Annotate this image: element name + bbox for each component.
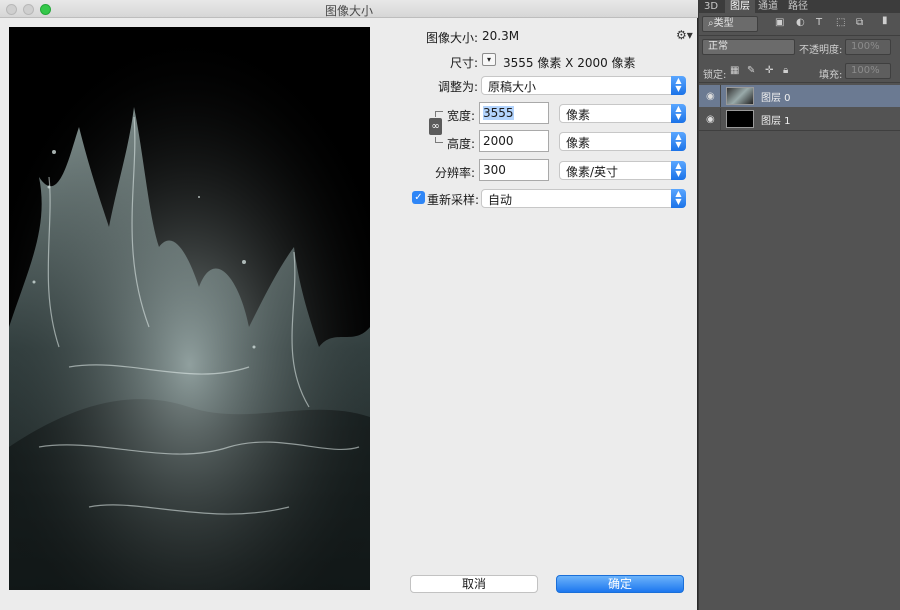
constraint-bracket-top: [435, 111, 443, 117]
layer-row-0[interactable]: ◉ 图层 0: [699, 85, 900, 107]
column-divider: [720, 85, 721, 107]
fill-input[interactable]: 100%: [845, 63, 891, 79]
gear-icon[interactable]: ⚙▾: [676, 28, 693, 42]
resolution-unit: 像素/英寸: [566, 165, 619, 179]
lock-image-icon[interactable]: ✎: [747, 65, 755, 76]
image-size-dialog: 图像大小 图像大小: 20.3M ⚙▾ 尺寸: ▾ 3555 像素 X 2000…: [0, 0, 698, 610]
fit-to-label: 调整为:: [437, 80, 478, 94]
lock-label: 锁定:: [703, 70, 727, 81]
layer-thumbnail: [726, 110, 754, 128]
height-unit-select[interactable]: 像素 ▲ ▼: [559, 132, 686, 151]
panel-divider: [699, 130, 900, 131]
panel-divider: [699, 35, 900, 36]
cancel-button[interactable]: 取消: [410, 575, 538, 593]
resolution-unit-select[interactable]: 像素/英寸 ▲ ▼: [559, 161, 686, 180]
filter-toggle-icon[interactable]: ▮: [882, 15, 888, 26]
chevron-down-icon[interactable]: ▾: [482, 53, 496, 66]
water-splash-image: [9, 27, 370, 590]
link-icon[interactable]: ∞: [429, 118, 442, 135]
eye-icon[interactable]: ◉: [706, 114, 715, 125]
text-filter-icon[interactable]: T: [816, 17, 822, 28]
chevron-updown-icon: ▲ ▼: [671, 76, 686, 95]
resample-value: 自动: [488, 193, 513, 207]
fill-value: 100%: [851, 65, 880, 76]
filter-type-select[interactable]: ⌕类型: [702, 16, 758, 32]
eye-icon[interactable]: ◉: [706, 91, 715, 102]
fill-label: 填充:: [819, 70, 843, 81]
width-unit: 像素: [566, 108, 591, 122]
tab-3d[interactable]: 3D: [699, 0, 723, 13]
lock-all-icon[interactable]: 🔒︎: [783, 65, 788, 76]
blend-mode-select[interactable]: 正常: [702, 39, 795, 55]
image-filter-icon[interactable]: ▣: [775, 17, 784, 28]
image-preview[interactable]: [9, 27, 370, 590]
constraint-bracket-bottom: [435, 137, 443, 143]
layer-name: 图层 0: [761, 93, 791, 104]
filter-type-label: 类型: [713, 18, 734, 29]
fit-to-select[interactable]: 原稿大小 ▲ ▼: [481, 76, 686, 95]
image-size-value: 20.3M: [482, 29, 520, 43]
width-value: 3555: [483, 106, 514, 120]
adjustment-filter-icon[interactable]: ◐: [796, 17, 805, 28]
height-value: 2000: [483, 134, 514, 148]
opacity-value: 100%: [851, 41, 880, 52]
lock-position-icon[interactable]: ✛: [765, 65, 773, 76]
title-bar: 图像大小: [0, 0, 698, 18]
ok-button[interactable]: 确定: [556, 575, 684, 593]
tab-paths[interactable]: 路径: [783, 0, 813, 13]
opacity-input[interactable]: 100%: [845, 39, 891, 55]
image-size-label: 图像大小:: [425, 31, 478, 45]
column-divider: [720, 108, 721, 130]
layer-row-1[interactable]: ◉ 图层 1: [699, 108, 900, 130]
height-unit: 像素: [566, 136, 591, 150]
layers-panel: 3D 图层 通道 路径 ⌕类型 ▣ ◐ T ⬚ ⧉ ▮ 正常 不透明度: 100…: [699, 0, 900, 610]
height-label: 高度:: [446, 137, 475, 151]
resolution-input[interactable]: 300: [479, 159, 549, 181]
window-title: 图像大小: [324, 4, 373, 18]
resolution-value: 300: [483, 163, 506, 177]
layer-name: 图层 1: [761, 116, 791, 127]
dimensions-label: 尺寸:: [449, 56, 478, 70]
chevron-updown-icon: ▲ ▼: [671, 189, 686, 208]
lock-transparent-icon[interactable]: ▦: [730, 65, 739, 76]
blend-mode-value: 正常: [708, 41, 728, 52]
width-label: 宽度:: [446, 109, 475, 123]
resample-select[interactable]: 自动 ▲ ▼: [481, 189, 686, 208]
width-unit-select[interactable]: 像素 ▲ ▼: [559, 104, 686, 123]
chevron-updown-icon: ▲ ▼: [671, 104, 686, 123]
panel-divider: [699, 82, 900, 83]
chevron-updown-icon: ▲ ▼: [671, 161, 686, 180]
resample-checkbox[interactable]: ✓: [412, 191, 425, 204]
width-input[interactable]: 3555: [479, 102, 549, 124]
resample-label: 重新采样:: [427, 193, 480, 207]
smart-object-filter-icon[interactable]: ⧉: [856, 17, 863, 28]
chevron-updown-icon: ▲ ▼: [671, 132, 686, 151]
tab-channels[interactable]: 通道: [753, 0, 783, 13]
opacity-label: 不透明度:: [799, 45, 843, 56]
height-input[interactable]: 2000: [479, 130, 549, 152]
fit-to-value: 原稿大小: [488, 80, 537, 94]
shape-filter-icon[interactable]: ⬚: [836, 17, 845, 28]
panel-tabs: 3D 图层 通道 路径: [699, 0, 900, 13]
dimensions-value: 3555 像素 X 2000 像素: [503, 56, 636, 70]
layer-thumbnail: [726, 87, 754, 105]
resolution-label: 分辨率:: [434, 166, 475, 180]
tab-layers[interactable]: 图层: [725, 0, 755, 13]
